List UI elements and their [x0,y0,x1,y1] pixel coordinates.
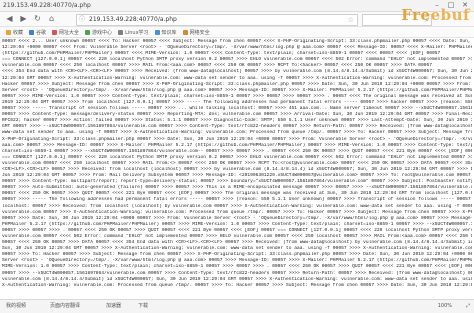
bookmark-favicon-icon [6,29,11,35]
log-line: X-Authentication-Warning: vulnerable.com… [2,282,472,288]
bookmark-item[interactable]: Linux学习 [118,29,149,36]
refresh-button[interactable]: ↻ [32,14,43,24]
status-bar: 我的视频 页面内容翻译 加速器 下载 100% ⤢ [0,299,474,313]
logo-text-a: Fre [401,6,431,24]
log-line: Server <root> - 'OQueueDirectory=/tmp/. … [2,87,472,93]
bookmark-label: Linux学习 [125,29,149,36]
status-download[interactable]: 下载 [138,300,148,313]
home-button[interactable]: ⌂ [46,14,57,24]
log-line: 00057 >>>> Date: Sun, 30 Jun 2019 12:29:… [2,215,472,221]
forward-button[interactable]: ▶ [18,14,29,24]
log-line: 00057 >>>> --x5UCT4W000057.1561897864/vu… [2,270,472,276]
log-line: www-data set sender to aaa. using -f 000… [2,130,472,136]
bookmark-item[interactable]: 游戏中心 [85,29,112,36]
watermark-logo: Freebuf [401,6,470,24]
status-accelerator[interactable]: 加速器 [106,300,121,313]
bookmark-label: 游戏中心 [92,29,113,36]
window-title: 219.153.49.228:40770/a.php [3,2,91,9]
bookmark-item[interactable]: 网址大全 [52,29,79,36]
bookmark-favicon-icon [182,29,188,35]
bookmark-label: 网址大全 [59,29,80,36]
log-line: === CONNECT [127.0.0.1] 00057 <<<< 220 l… [2,154,472,160]
address-bar[interactable]: ⓘ 219.153.49.228:40770/a.php ☆ [76,14,358,26]
bookmark-favicon-icon [85,29,91,35]
log-line: vulnerable.com (8.14.4/8.14.4/Submit) id… [2,276,472,282]
log-line: vulnerable.com 00057 >>>> X-Authenticati… [2,209,472,215]
status-translate[interactable]: 页面内容翻译 [50,300,80,313]
log-line: PHPMailer 5.2.17 (https://github.com/PHP… [2,221,472,227]
log-line: 12:29:04 GMT 00057 >>>> X-Authentication… [2,75,472,81]
bookmark-favicon-icon [118,29,124,35]
log-line: Hacker 00057 >>>> Subject: Message from … [2,81,472,87]
back-button[interactable]: ◀ [4,14,15,24]
fullscreen-icon[interactable]: ⤢ [466,300,470,313]
log-line: MIME-Version: 1.0 00057 >>>> Content-Typ… [2,264,472,270]
bookmark-item[interactable]: 网络安全 [182,29,210,36]
page-content: 00057 <<<< 2... User unknown 00057 <<<< … [2,39,472,297]
page-info-icon[interactable]: ⓘ [79,15,85,25]
bookmark-item[interactable]: 收藏 [6,29,23,36]
bookmarks-bar: 收藏 谷歌 网址大全 游戏中心 Linux学习 知识库 网络安全 [0,27,474,38]
bookmark-favicon-icon [154,29,160,35]
bookmark-favicon-icon [29,29,35,35]
bookmark-label: 收藏 [13,29,24,36]
log-line: X-PHP-Originating-Script: 33:class.phpma… [2,136,472,142]
log-line: aaa.com> 00057 >>>> Message-ID: 00057 >>… [2,142,472,148]
logo-text-b: ebuf [430,6,470,24]
log-line: charset=iso-8859-1 00057 >>>> --x5UCT4W0… [2,148,472,154]
bookmark-item[interactable]: 谷歌 [29,29,46,36]
url-text[interactable]: 219.153.49.228:40770/a.php [89,15,177,25]
bookmark-item[interactable]: 知识库 [154,29,177,36]
log-line: localhost: 00057 >>>> Received: from loc… [2,203,472,209]
bookmark-label: 网络安全 [189,29,210,36]
bookmark-star-icon[interactable]: ☆ [348,15,354,25]
zoom-level[interactable]: 100% [438,300,452,313]
bookmark-favicon-icon [52,29,58,35]
bookmark-label: 知识库 [161,29,177,36]
bookmark-label: 谷歌 [36,29,47,36]
status-video[interactable]: 我的视频 [6,300,26,313]
log-line: <<<< 354 End data with <CR><LF>.<CR><LF>… [2,69,472,75]
log-line: 00057 >>>> ----- The following addresses… [2,197,472,203]
